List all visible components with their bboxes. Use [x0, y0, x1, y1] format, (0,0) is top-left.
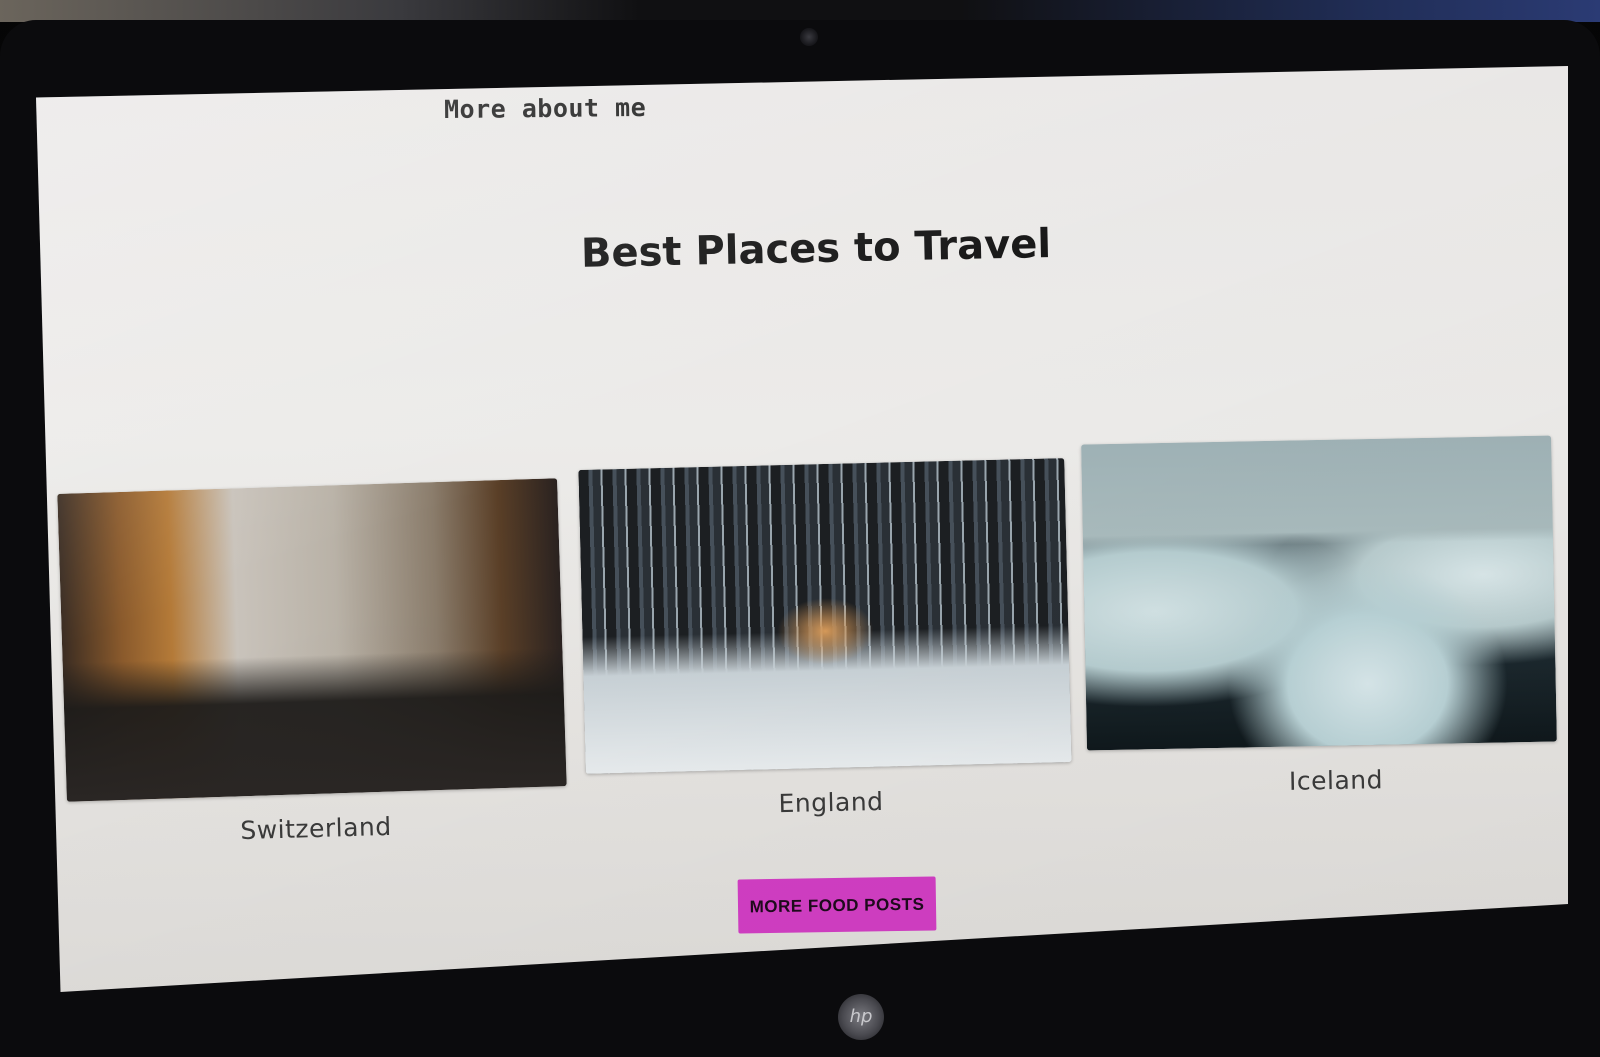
place-caption-england: England — [778, 786, 884, 819]
background-strip — [0, 0, 1600, 22]
more-food-posts-button[interactable]: MORE FOOD POSTS — [737, 876, 937, 934]
place-caption-switzerland: Switzerland — [239, 811, 393, 846]
england-photo[interactable] — [578, 458, 1072, 774]
page-title: Best Places to Travel — [580, 221, 1052, 277]
more-about-me-link[interactable]: More about me — [444, 93, 646, 124]
switzerland-photo[interactable] — [57, 478, 567, 802]
laptop-brand-logo-icon: hp — [838, 994, 884, 1040]
iceland-photo[interactable] — [1081, 435, 1557, 751]
browser-viewport: More about me Best Places to Travel Swit… — [36, 66, 1568, 992]
webcam-icon — [800, 28, 818, 46]
place-caption-iceland: Iceland — [1288, 765, 1384, 796]
photo-scene: More about me Best Places to Travel Swit… — [0, 0, 1600, 1057]
